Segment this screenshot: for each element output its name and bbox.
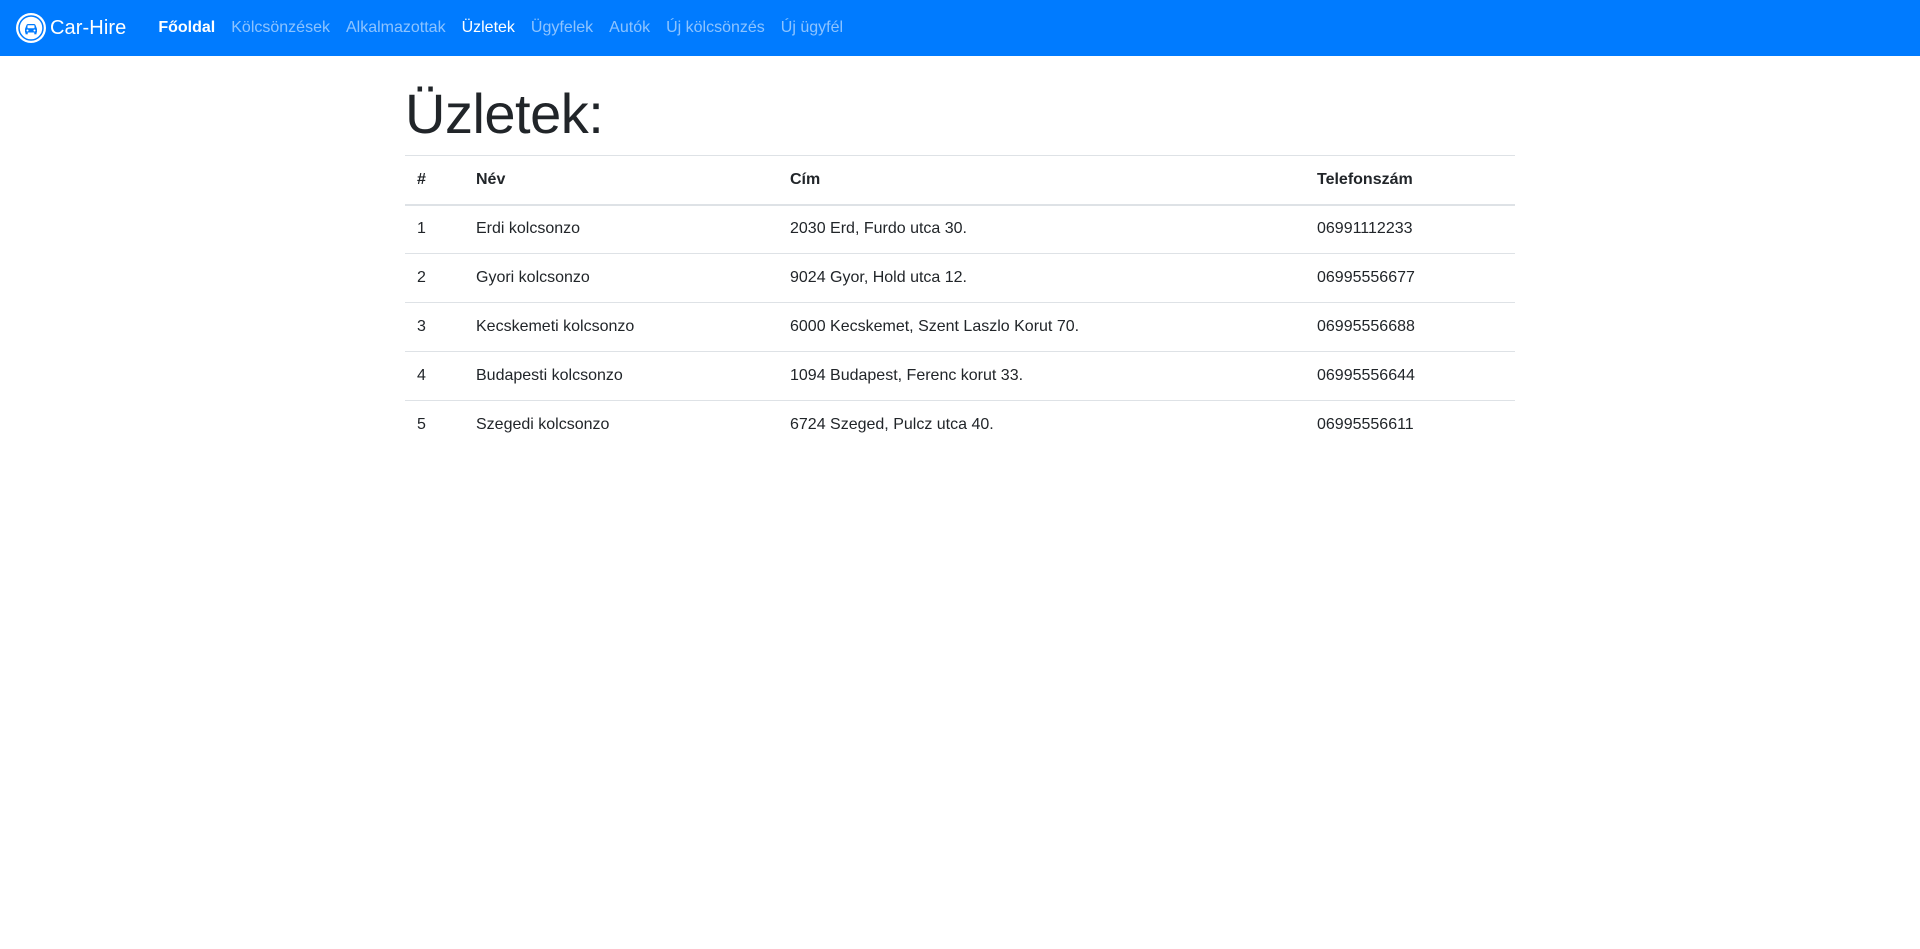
cell-name: Szegedi kolcsonzo <box>464 400 778 450</box>
cell-number: 4 <box>405 351 464 401</box>
page-title: Üzletek: <box>405 82 604 145</box>
cell-phone: 06995556644 <box>1305 351 1515 401</box>
cell-number: 3 <box>405 302 464 352</box>
cell-address: 1094 Budapest, Ferenc korut 33. <box>778 351 1305 401</box>
cell-name: Erdi kolcsonzo <box>464 204 778 254</box>
cell-address: 9024 Gyor, Hold utca 12. <box>778 253 1305 303</box>
cell-name: Gyori kolcsonzo <box>464 253 778 303</box>
nav-item-ugyfelek[interactable]: Ügyfelek <box>523 0 601 56</box>
header-number: # <box>405 155 464 206</box>
header-address: Cím <box>778 155 1305 206</box>
cell-number: 5 <box>405 400 464 450</box>
nav-item-uj-ugyfel[interactable]: Új ügyfél <box>773 0 851 56</box>
cell-address: 2030 Erd, Furdo utca 30. <box>778 204 1305 254</box>
brand-link[interactable]: Car-Hire <box>16 13 126 43</box>
nav-item-fooldal[interactable]: Főoldal <box>150 0 223 56</box>
cell-name: Kecskemeti kolcsonzo <box>464 302 778 352</box>
cell-phone: 06995556688 <box>1305 302 1515 352</box>
cell-address: 6000 Kecskemet, Szent Laszlo Korut 70. <box>778 302 1305 352</box>
cell-name: Budapesti kolcsonzo <box>464 351 778 401</box>
stores-table: # Név Cím Telefonszám 1 Erdi kolcsonzo 2… <box>405 155 1515 450</box>
nav-item-kolcsonzesek[interactable]: Kölcsönzések <box>223 0 338 56</box>
table-row: 1 Erdi kolcsonzo 2030 Erd, Furdo utca 30… <box>405 204 1515 254</box>
brand-name: Car-Hire <box>50 17 127 39</box>
header-phone: Telefonszám <box>1305 155 1515 206</box>
cell-phone: 06991112233 <box>1305 204 1515 254</box>
table-row: 4 Budapesti kolcsonzo 1094 Budapest, Fer… <box>405 351 1515 401</box>
cell-address: 6724 Szeged, Pulcz utca 40. <box>778 400 1305 450</box>
cell-phone: 06995556677 <box>1305 253 1515 303</box>
table-row: 2 Gyori kolcsonzo 9024 Gyor, Hold utca 1… <box>405 253 1515 303</box>
car-logo-icon <box>16 13 46 43</box>
main-nav: Főoldal Kölcsönzések Alkalmazottak Üzlet… <box>150 0 851 56</box>
main-content: Üzletek: # Név Cím Telefonszám 1 Erdi ko… <box>405 56 1515 450</box>
nav-item-uj-kolcsonzes[interactable]: Új kölcsönzés <box>658 0 773 56</box>
nav-item-alkalmazottak[interactable]: Alkalmazottak <box>338 0 454 56</box>
top-navbar: Car-Hire Főoldal Kölcsönzések Alkalmazot… <box>0 0 1920 56</box>
nav-item-uzletek[interactable]: Üzletek <box>454 0 523 56</box>
header-name: Név <box>464 155 778 206</box>
table-row: 5 Szegedi kolcsonzo 6724 Szeged, Pulcz u… <box>405 400 1515 450</box>
table-header-row: # Név Cím Telefonszám <box>405 155 1515 206</box>
cell-phone: 06995556611 <box>1305 400 1515 450</box>
cell-number: 2 <box>405 253 464 303</box>
nav-item-autok[interactable]: Autók <box>601 0 658 56</box>
table-row: 3 Kecskemeti kolcsonzo 6000 Kecskemet, S… <box>405 302 1515 352</box>
cell-number: 1 <box>405 204 464 254</box>
